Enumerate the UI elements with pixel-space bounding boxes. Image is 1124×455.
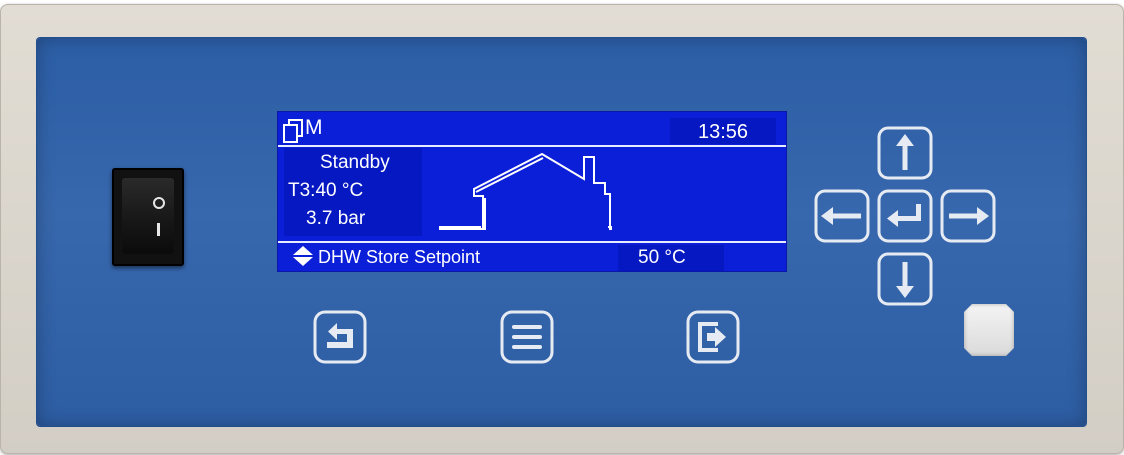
power-off-mark-icon [157, 223, 160, 236]
back-button[interactable] [311, 308, 369, 366]
up-down-arrows-icon [293, 246, 313, 266]
enter-button[interactable] [875, 187, 935, 245]
power-switch-rocker[interactable] [122, 178, 174, 254]
arrow-up-button[interactable] [875, 124, 935, 182]
clock-box: 13:56 [670, 118, 776, 144]
pressure-reading: 3.7 bar [306, 208, 366, 229]
power-switch[interactable] [112, 168, 184, 266]
clock-time: 13:56 [697, 121, 749, 143]
arrow-right-button[interactable] [938, 187, 998, 245]
windows-icon [283, 119, 303, 143]
service-port-cover [964, 304, 1014, 356]
lcd-top-divider [278, 145, 786, 147]
parameter-value: 50 °C [638, 247, 686, 268]
parameter-name: DHW Store Setpoint [318, 247, 481, 267]
status-text: Standby [320, 152, 390, 173]
arrow-down-button[interactable] [875, 250, 935, 308]
power-on-mark-icon [153, 197, 165, 209]
menu-button[interactable] [498, 308, 556, 366]
arrow-left-button[interactable] [812, 187, 872, 245]
house-icon [439, 152, 612, 230]
exit-button[interactable] [684, 308, 742, 366]
lcd-bottom-divider [278, 241, 786, 243]
lcd-display: M 13:56 Standby T3:40 °C 3.7 bar DHW Sto… [278, 112, 786, 271]
mode-label: M [305, 116, 323, 139]
t3-temperature: T3:40 °C [288, 180, 364, 201]
